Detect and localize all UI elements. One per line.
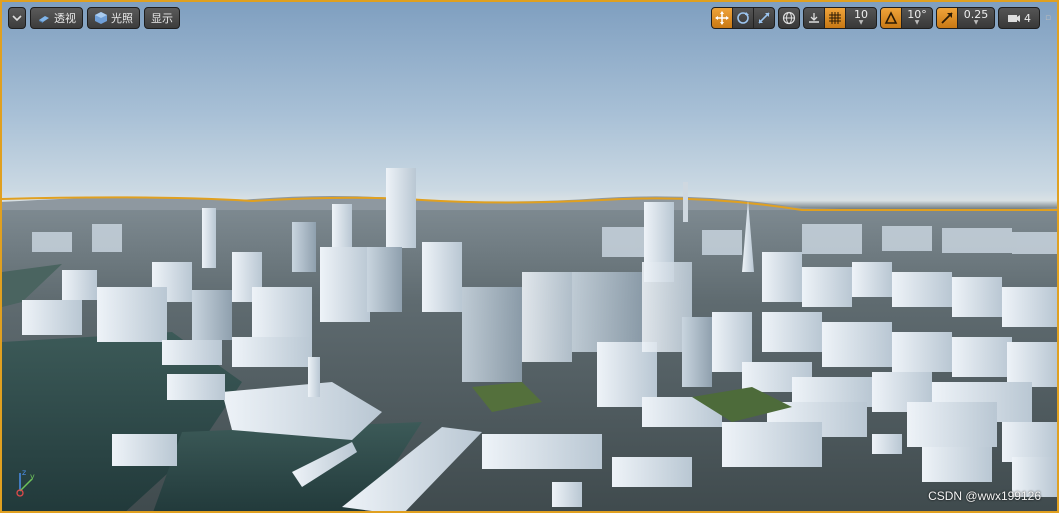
viewport-left-toolbar: 透视 光照 显示	[8, 7, 180, 29]
watermark-text: CSDN @wwx199126	[928, 489, 1041, 503]
scale-snap-value[interactable]: 0.25 ▼	[958, 8, 994, 28]
lit-label: 光照	[111, 12, 133, 25]
city-scene-render	[2, 168, 1057, 511]
lit-mode-button[interactable]: 光照	[87, 7, 140, 29]
surface-snap-icon	[807, 11, 821, 25]
chevron-down-icon: ▼	[858, 19, 864, 26]
camera-icon	[1007, 11, 1021, 25]
viewport-options-button[interactable]	[8, 7, 26, 29]
grid-snap-group: 10 ▼	[803, 7, 877, 29]
scale-snap-icon	[940, 11, 954, 25]
viewport-right-toolbar: 10 ▼ 10° ▼ 0.25 ▼ 4 ▫	[711, 7, 1053, 29]
camera-speed-button[interactable]: 4	[999, 8, 1039, 28]
scale-mode-button[interactable]	[754, 8, 774, 28]
globe-icon	[782, 11, 796, 25]
axis-gizmo-icon: z y	[16, 468, 35, 497]
scale-snap-toggle[interactable]	[937, 8, 958, 28]
maximize-viewport-button[interactable]: ▫	[1043, 8, 1053, 28]
angle-icon	[884, 11, 898, 25]
rotation-snap-group: 10° ▼	[880, 7, 933, 29]
move-arrows-icon	[715, 11, 729, 25]
transform-mode-group	[711, 7, 775, 29]
grid-snap-toggle[interactable]	[825, 8, 846, 28]
translate-mode-button[interactable]	[712, 8, 733, 28]
perspective-button[interactable]: 透视	[30, 7, 83, 29]
show-label: 显示	[151, 12, 173, 25]
scale-arrows-icon	[757, 11, 771, 25]
rotation-snap-value[interactable]: 10° ▼	[902, 8, 932, 28]
rotation-snap-toggle[interactable]	[881, 8, 902, 28]
show-button[interactable]: 显示	[144, 7, 180, 29]
rotate-icon	[736, 11, 750, 25]
perspective-cube-icon	[37, 11, 51, 25]
svg-text:z: z	[22, 468, 26, 477]
chevron-down-icon: ▼	[973, 19, 979, 26]
camera-speed-value: 4	[1024, 11, 1031, 25]
maximize-icon: ▫	[1044, 13, 1052, 23]
lit-sphere-icon	[94, 11, 108, 25]
scale-snap-group: 0.25 ▼	[936, 7, 995, 29]
perspective-label: 透视	[54, 12, 76, 25]
chevron-down-icon: ▼	[914, 19, 920, 26]
surface-snap-button[interactable]	[804, 8, 825, 28]
world-coordinates-button[interactable]	[779, 8, 799, 28]
camera-speed-group: 4	[998, 7, 1040, 29]
coordinate-system-group	[778, 7, 800, 29]
svg-text:y: y	[30, 472, 35, 481]
chevron-down-icon	[10, 11, 24, 25]
grid-icon	[828, 11, 842, 25]
level-viewport[interactable]: 透视 光照 显示 10 ▼ 10° ▼ 0.25 ▼ 4 ▫ z y CSDN …	[0, 0, 1059, 513]
grid-snap-value[interactable]: 10 ▼	[846, 8, 876, 28]
rotate-mode-button[interactable]	[733, 8, 754, 28]
